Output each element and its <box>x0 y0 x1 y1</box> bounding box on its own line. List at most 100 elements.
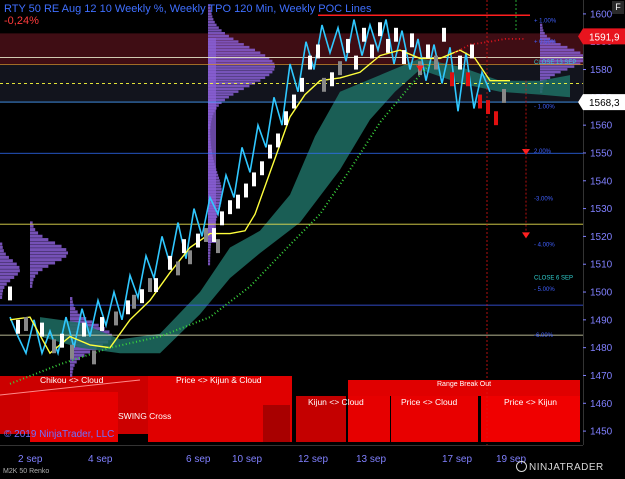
x-tick-label: 10 sep <box>232 454 262 465</box>
tpo-bar <box>0 275 15 279</box>
tpo-bar <box>0 265 20 269</box>
renko-up-brick <box>196 233 200 248</box>
tpo-bar <box>30 284 33 288</box>
renko-down-brick <box>148 278 152 293</box>
renko-up-brick <box>346 38 350 53</box>
renko-down-brick <box>502 89 506 103</box>
tpo-bar <box>0 295 3 299</box>
renko-up-brick <box>316 44 320 59</box>
level-label: - 1.00% <box>534 105 555 111</box>
tpo-bar <box>0 279 11 283</box>
tpo-bar <box>208 31 225 35</box>
tpo-bar <box>0 255 9 259</box>
shaded-zone <box>0 33 583 64</box>
renko-down-brick <box>322 77 326 92</box>
renko-up-brick <box>236 194 240 209</box>
y-tick-label: 1600 <box>590 9 613 20</box>
y-tick-label: 1470 <box>590 371 613 382</box>
tpo-bar <box>30 264 49 268</box>
tpo-bar <box>208 65 275 68</box>
tpo-bar <box>540 68 568 71</box>
level-label: - 5.00% <box>534 287 555 293</box>
renko-up-brick <box>60 333 64 348</box>
renko-up-brick <box>220 211 224 226</box>
tpo-bar <box>70 363 75 367</box>
renko-up-brick <box>362 27 366 42</box>
tpo-bar <box>30 281 33 285</box>
y-tick-label: 1560 <box>590 121 613 132</box>
level-label: CLOSE 6 SEP <box>534 276 573 282</box>
tpo-column <box>208 38 216 243</box>
tpo-bar <box>0 285 5 289</box>
renko-up-brick <box>378 22 382 37</box>
renko-up-brick <box>168 255 172 270</box>
renko-down-brick <box>478 94 482 109</box>
renko-up-brick <box>16 319 20 334</box>
y-tick-label: 1540 <box>590 176 613 187</box>
renko-up-brick <box>470 44 474 59</box>
renko-up-brick <box>228 200 232 215</box>
y-tick-label: 1520 <box>590 232 613 243</box>
tpo-bar <box>208 254 211 257</box>
tpo-bar <box>208 76 266 79</box>
renko-up-brick <box>182 239 186 254</box>
x-tick-label: 4 sep <box>88 454 113 465</box>
renko-up-brick <box>100 317 104 331</box>
x-tick-label: 12 sep <box>298 454 328 465</box>
tpo-bar <box>540 73 555 77</box>
renko-up-brick <box>82 322 86 337</box>
tpo-bar <box>208 260 211 263</box>
renko-down-brick <box>70 344 74 359</box>
y-tick-label: 1480 <box>590 343 613 354</box>
signal-label: Chikou <> Cloud <box>40 375 104 385</box>
price-tag-label: 1568,3 <box>589 98 620 109</box>
tpo-bar <box>540 76 551 79</box>
renko-up-brick <box>458 55 462 70</box>
tpo-bar <box>0 262 17 266</box>
corner-badge[interactable]: F <box>612 1 624 14</box>
renko-down-brick <box>114 311 118 326</box>
tpo-bar <box>208 70 273 74</box>
price-axis[interactable]: 1450 1460 1470 1480 1490 1500 1510 1520 1530 1540… <box>583 0 625 445</box>
tpo-bar <box>30 271 39 275</box>
renko-up-brick <box>154 278 158 293</box>
tpo-bar <box>0 272 18 276</box>
y-tick-label: 1450 <box>590 427 613 438</box>
y-tick-label: 1490 <box>590 315 613 326</box>
renko-up-brick <box>40 322 44 337</box>
ninjatrader-logo: NINJATRADER <box>516 461 604 474</box>
renko-up-brick <box>442 27 446 42</box>
level-label: - 4.00% <box>534 242 555 248</box>
renko-up-brick <box>308 55 312 70</box>
renko-up-brick <box>300 77 304 92</box>
tpo-bar <box>0 259 13 263</box>
renko-up-brick <box>426 44 430 59</box>
renko-down-brick <box>24 317 28 331</box>
renko-up-brick <box>370 44 374 59</box>
renko-up-brick <box>410 33 414 48</box>
renko-up-brick <box>126 300 130 315</box>
tpo-bar <box>208 54 266 57</box>
signal-label: Kijun <> Cloud <box>308 397 364 407</box>
change-percent: -0,24% <box>4 15 39 27</box>
tpo-bar <box>30 228 36 232</box>
tpo-bar <box>0 289 4 293</box>
logo-text: NINJATRADER <box>529 462 604 474</box>
renko-up-brick <box>330 72 334 87</box>
x-tick-label: 13 sep <box>356 454 386 465</box>
tpo-bar <box>208 18 214 21</box>
tpo-bar <box>30 248 67 252</box>
signal-label: Range Break Out <box>437 381 491 388</box>
tpo-bar <box>208 262 211 266</box>
x-tick-label: 2 sep <box>18 454 43 465</box>
renko-down-brick <box>188 250 192 265</box>
renko-up-brick <box>268 144 272 159</box>
renko-up-brick <box>8 286 12 301</box>
level-label: + 1.00% <box>534 18 557 24</box>
tpo-bar <box>30 261 56 265</box>
chart-canvas[interactable]: + 1.00% + 0.50% CLOSE 13 SEP - 1.00% 2.00% -3… <box>0 0 625 479</box>
renko-down-brick <box>486 100 490 115</box>
tpo-bar <box>70 297 73 301</box>
signal-label: Price <> Cloud <box>401 397 457 407</box>
renko-up-brick <box>252 172 256 187</box>
